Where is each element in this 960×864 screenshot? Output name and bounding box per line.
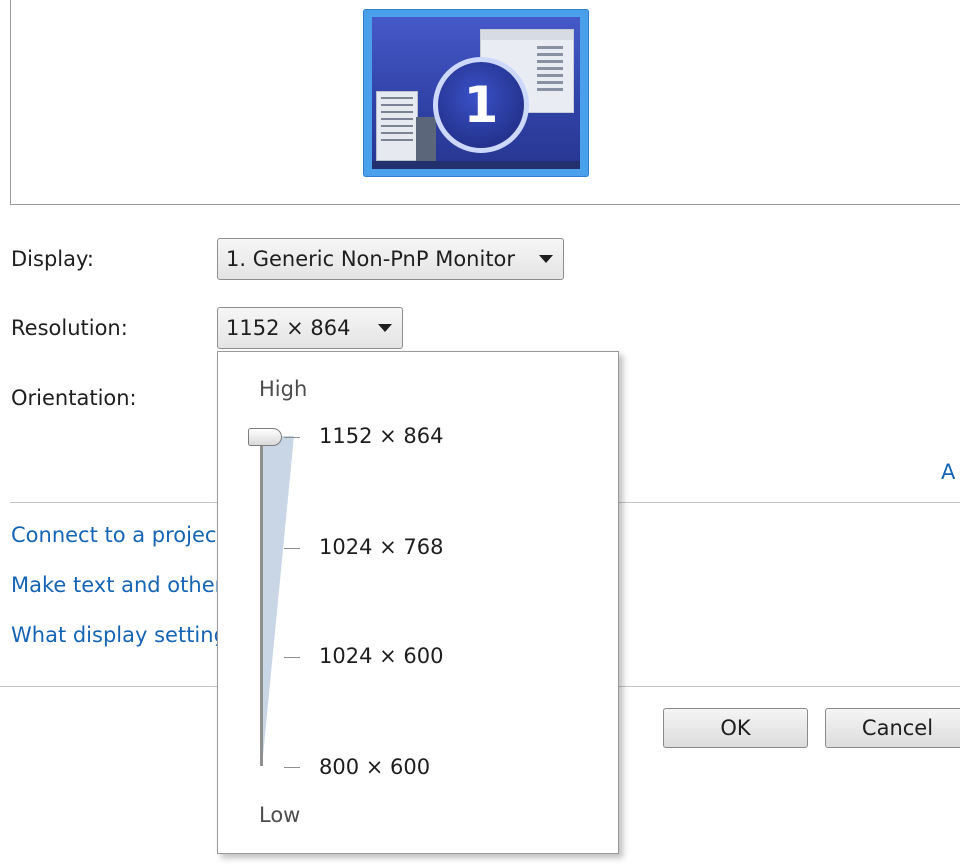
resolution-slider-thumb[interactable] xyxy=(248,428,282,446)
resolution-option[interactable]: 800 × 600 xyxy=(319,755,430,779)
display-label: Display: xyxy=(11,247,94,271)
make-text-larger-link[interactable]: Make text and other xyxy=(11,573,223,597)
high-label: High xyxy=(259,377,308,401)
monitor-number-badge: 1 xyxy=(433,57,529,153)
resolution-slider-track[interactable] xyxy=(260,436,263,766)
advanced-settings-link[interactable]: A xyxy=(941,460,955,484)
ok-button[interactable]: OK xyxy=(663,708,808,748)
resolution-option[interactable]: 1024 × 600 xyxy=(319,644,443,668)
resolution-range-wedge xyxy=(262,436,294,766)
chevron-down-icon xyxy=(378,324,392,332)
resolution-dropdown-panel: High 1152 × 864 1024 × 768 1024 × 600 80… xyxy=(217,351,619,854)
display-select-value: 1. Generic Non-PnP Monitor xyxy=(226,247,516,271)
cancel-button[interactable]: Cancel xyxy=(825,708,960,748)
window-thumbnail xyxy=(416,117,436,161)
window-thumbnail xyxy=(376,91,418,161)
resolution-option[interactable]: 1024 × 768 xyxy=(319,535,443,559)
resolution-select[interactable]: 1152 × 864 xyxy=(217,307,403,349)
monitor-icon[interactable]: 1 xyxy=(363,9,589,177)
display-settings-help-link[interactable]: What display setting xyxy=(11,623,227,647)
resolution-select-value: 1152 × 864 xyxy=(226,316,351,340)
tick-mark xyxy=(284,548,300,549)
resolution-option[interactable]: 1152 × 864 xyxy=(319,424,443,448)
taskbar-thumbnail xyxy=(372,161,580,169)
tick-mark xyxy=(284,767,300,768)
display-select[interactable]: 1. Generic Non-PnP Monitor xyxy=(217,238,564,280)
connect-projector-link[interactable]: Connect to a projec xyxy=(11,523,216,547)
tick-mark xyxy=(284,437,300,438)
low-label: Low xyxy=(259,803,301,827)
tick-mark xyxy=(284,657,300,658)
orientation-label: Orientation: xyxy=(11,386,137,410)
resolution-label: Resolution: xyxy=(11,316,128,340)
monitor-screen: 1 xyxy=(372,17,580,169)
chevron-down-icon xyxy=(539,255,553,263)
